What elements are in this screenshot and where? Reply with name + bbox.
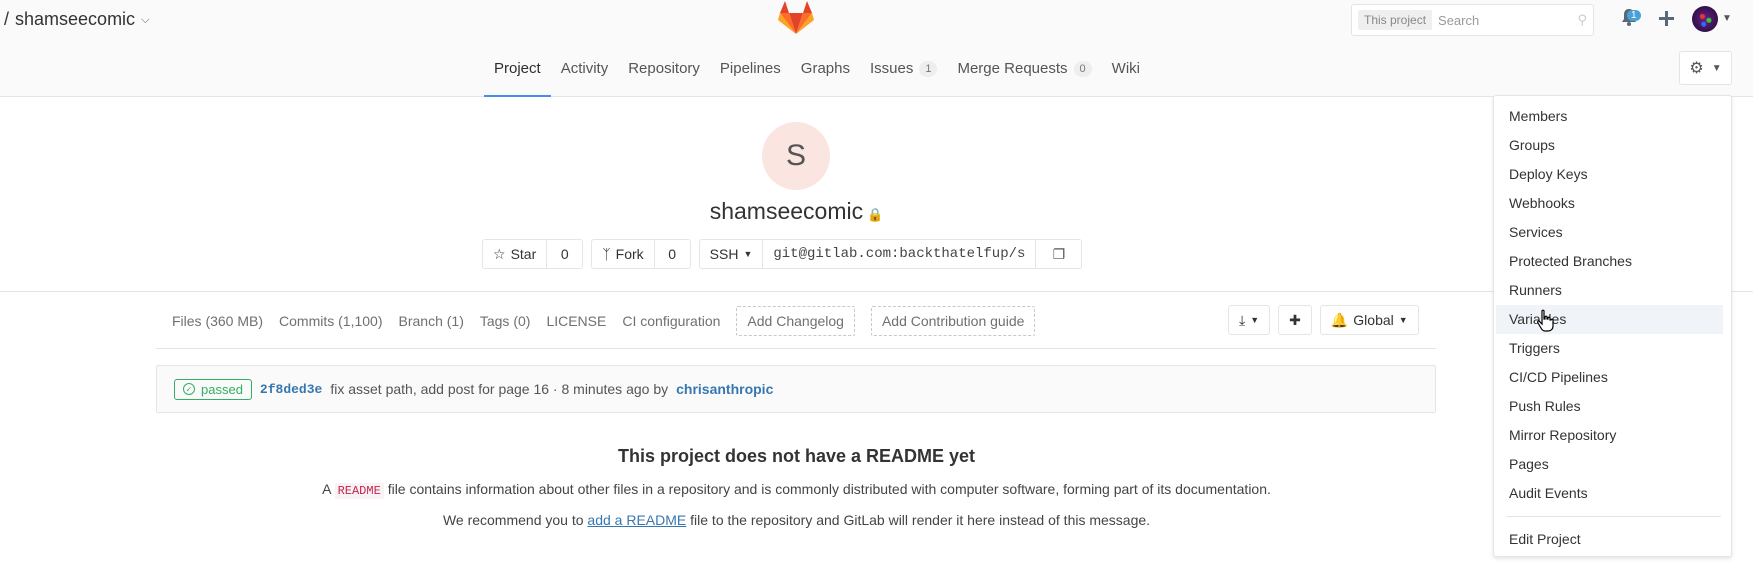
star-button[interactable]: ☆ Star <box>482 239 548 269</box>
ci-configuration-link[interactable]: CI configuration <box>622 313 720 329</box>
gear-icon: ⚙ <box>1689 60 1704 77</box>
tab-graphs[interactable]: Graphs <box>791 40 860 97</box>
settings-dropdown-button[interactable]: ⚙ ▼ <box>1679 51 1732 85</box>
plus-icon: ✚ <box>1289 311 1301 328</box>
commit-sha-link[interactable]: 2f8ded3e <box>260 382 322 397</box>
tags-link[interactable]: Tags (0) <box>480 313 531 329</box>
menu-divider <box>1506 516 1721 517</box>
commits-link[interactable]: Commits (1,100) <box>279 313 382 329</box>
menu-item-protected-branches[interactable]: Protected Branches <box>1494 247 1723 276</box>
settings-dropdown-menu: Members Groups Deploy Keys Webhooks Serv… <box>1493 95 1732 557</box>
tab-repository[interactable]: Repository <box>618 40 710 97</box>
menu-item-webhooks[interactable]: Webhooks <box>1494 189 1723 218</box>
protocol-dropdown[interactable]: SSH ▼ <box>698 239 764 269</box>
clone-url-input[interactable]: git@gitlab.com:backthatelfup/s <box>763 239 1037 269</box>
clone-group: SSH ▼ git@gitlab.com:backthatelfup/s ❐ <box>698 239 1083 269</box>
add-readme-link[interactable]: add a README <box>587 512 686 528</box>
search-icon: ⚲ <box>1577 12 1587 27</box>
readme-empty-title: This project does not have a README yet <box>617 446 976 466</box>
menu-item-push-rules[interactable]: Push Rules <box>1494 392 1723 421</box>
star-group: ☆ Star 0 <box>482 239 584 269</box>
tab-merge-requests[interactable]: Merge Requests 0 <box>947 40 1101 97</box>
add-changelog-button[interactable]: Add Changelog <box>736 306 855 336</box>
search-scope-badge[interactable]: This project <box>1358 10 1433 30</box>
search-input[interactable]: This project Search ⚲ <box>1351 4 1594 36</box>
menu-item-members[interactable]: Members <box>1494 102 1723 131</box>
star-icon: ☆ <box>493 245 506 262</box>
menu-item-mirror-repository[interactable]: Mirror Repository <box>1494 421 1723 450</box>
tab-project[interactable]: Project <box>484 40 551 97</box>
check-circle-icon: ✓ <box>183 383 195 395</box>
fork-group: ᛉ Fork 0 <box>591 239 691 269</box>
license-link[interactable]: LICENSE <box>546 313 606 329</box>
menu-item-services[interactable]: Services <box>1494 218 1723 247</box>
fork-count[interactable]: 0 <box>654 239 691 269</box>
search-placeholder: Search <box>1438 12 1480 28</box>
notification-dropdown[interactable]: 🔔 Global ▼ <box>1319 305 1419 335</box>
divider <box>0 291 1753 292</box>
caret-down-icon: ▼ <box>1250 315 1260 325</box>
commit-message: fix asset path, add post for page 16 · 8… <box>330 381 669 397</box>
top-header: / shamseecomic ⌵ This project Search ⚲ 1… <box>0 0 1753 40</box>
add-contribution-guide-button[interactable]: Add Contribution guide <box>870 306 1036 336</box>
ci-status-badge[interactable]: ✓ passed <box>174 378 252 400</box>
issues-count-badge: 1 <box>919 60 938 77</box>
caret-down-icon: ▼ <box>1398 315 1408 325</box>
menu-item-ci-cd-pipelines[interactable]: CI/CD Pipelines <box>1494 363 1723 392</box>
project-nav: Project Activity Repository Pipelines Gr… <box>0 40 1753 97</box>
caret-down-icon: ▼ <box>1711 62 1722 74</box>
tab-issues[interactable]: Issues 1 <box>860 40 947 97</box>
readme-code: README <box>334 483 384 499</box>
plus-icon[interactable] <box>1659 11 1674 26</box>
download-icon: ⤓ <box>1239 311 1246 328</box>
commit-author-link[interactable]: chrisanthropic <box>676 381 773 397</box>
project-stats: Files (360 MB) Commits (1,100) Branch (1… <box>172 305 1036 337</box>
menu-item-pages[interactable]: Pages <box>1494 450 1723 479</box>
readme-recommendation: We recommend you to add a README file to… <box>442 512 1151 528</box>
project-prefix: / <box>4 9 10 29</box>
menu-item-audit-events[interactable]: Audit Events <box>1494 479 1723 508</box>
chevron-down-icon: ⌵ <box>141 14 150 26</box>
caret-down-icon: ▼ <box>743 249 753 259</box>
bell-icon: 🔔 <box>1330 311 1349 328</box>
copy-icon[interactable]: ❐ <box>1036 239 1083 269</box>
branch-link[interactable]: Branch (1) <box>399 313 464 329</box>
files-link[interactable]: Files (360 MB) <box>172 313 263 329</box>
hand-cursor-icon <box>1537 309 1554 332</box>
user-avatar[interactable] <box>1692 6 1718 32</box>
tab-wiki[interactable]: Wiki <box>1102 40 1150 97</box>
chevron-down-icon[interactable]: ▼ <box>1722 13 1732 24</box>
divider <box>156 348 1436 349</box>
readme-explanation: A README file contains information about… <box>322 481 1271 499</box>
project-title: shamseecomic 🔒 <box>709 198 884 224</box>
project-actions: ☆ Star 0 ᛉ Fork 0 SSH ▼ git@gitlab.com:back… <box>482 239 1083 269</box>
menu-item-edit-project[interactable]: Edit Project <box>1494 525 1723 554</box>
menu-item-groups[interactable]: Groups <box>1494 131 1723 160</box>
fork-icon: ᛉ <box>602 246 611 262</box>
merge-requests-count-badge: 0 <box>1073 60 1092 77</box>
project-avatar: S <box>762 122 830 190</box>
project-name: shamseecomic <box>15 9 136 29</box>
star-count[interactable]: 0 <box>547 239 584 269</box>
menu-item-triggers[interactable]: Triggers <box>1494 334 1723 363</box>
menu-item-variables[interactable]: Variables <box>1496 305 1723 334</box>
nav-tabs: Project Activity Repository Pipelines Gr… <box>484 40 1150 97</box>
menu-item-deploy-keys[interactable]: Deploy Keys <box>1494 160 1723 189</box>
todo-count-badge: 1 <box>1627 10 1641 21</box>
project-switcher[interactable]: / shamseecomic ⌵ <box>4 9 149 30</box>
add-new-button[interactable]: ✚ <box>1278 305 1312 335</box>
tab-activity[interactable]: Activity <box>551 40 619 97</box>
download-button[interactable]: ⤓ ▼ <box>1228 305 1271 335</box>
repo-actions: ⤓ ▼ ✚ 🔔 Global ▼ <box>1228 305 1419 335</box>
menu-item-runners[interactable]: Runners <box>1494 276 1723 305</box>
gitlab-logo[interactable] <box>777 0 815 36</box>
fork-button[interactable]: ᛉ Fork <box>591 239 655 269</box>
last-commit: ✓ passed 2f8ded3e fix asset path, add po… <box>156 365 1436 413</box>
lock-icon: 🔒 <box>867 207 884 222</box>
tab-pipelines[interactable]: Pipelines <box>710 40 791 97</box>
